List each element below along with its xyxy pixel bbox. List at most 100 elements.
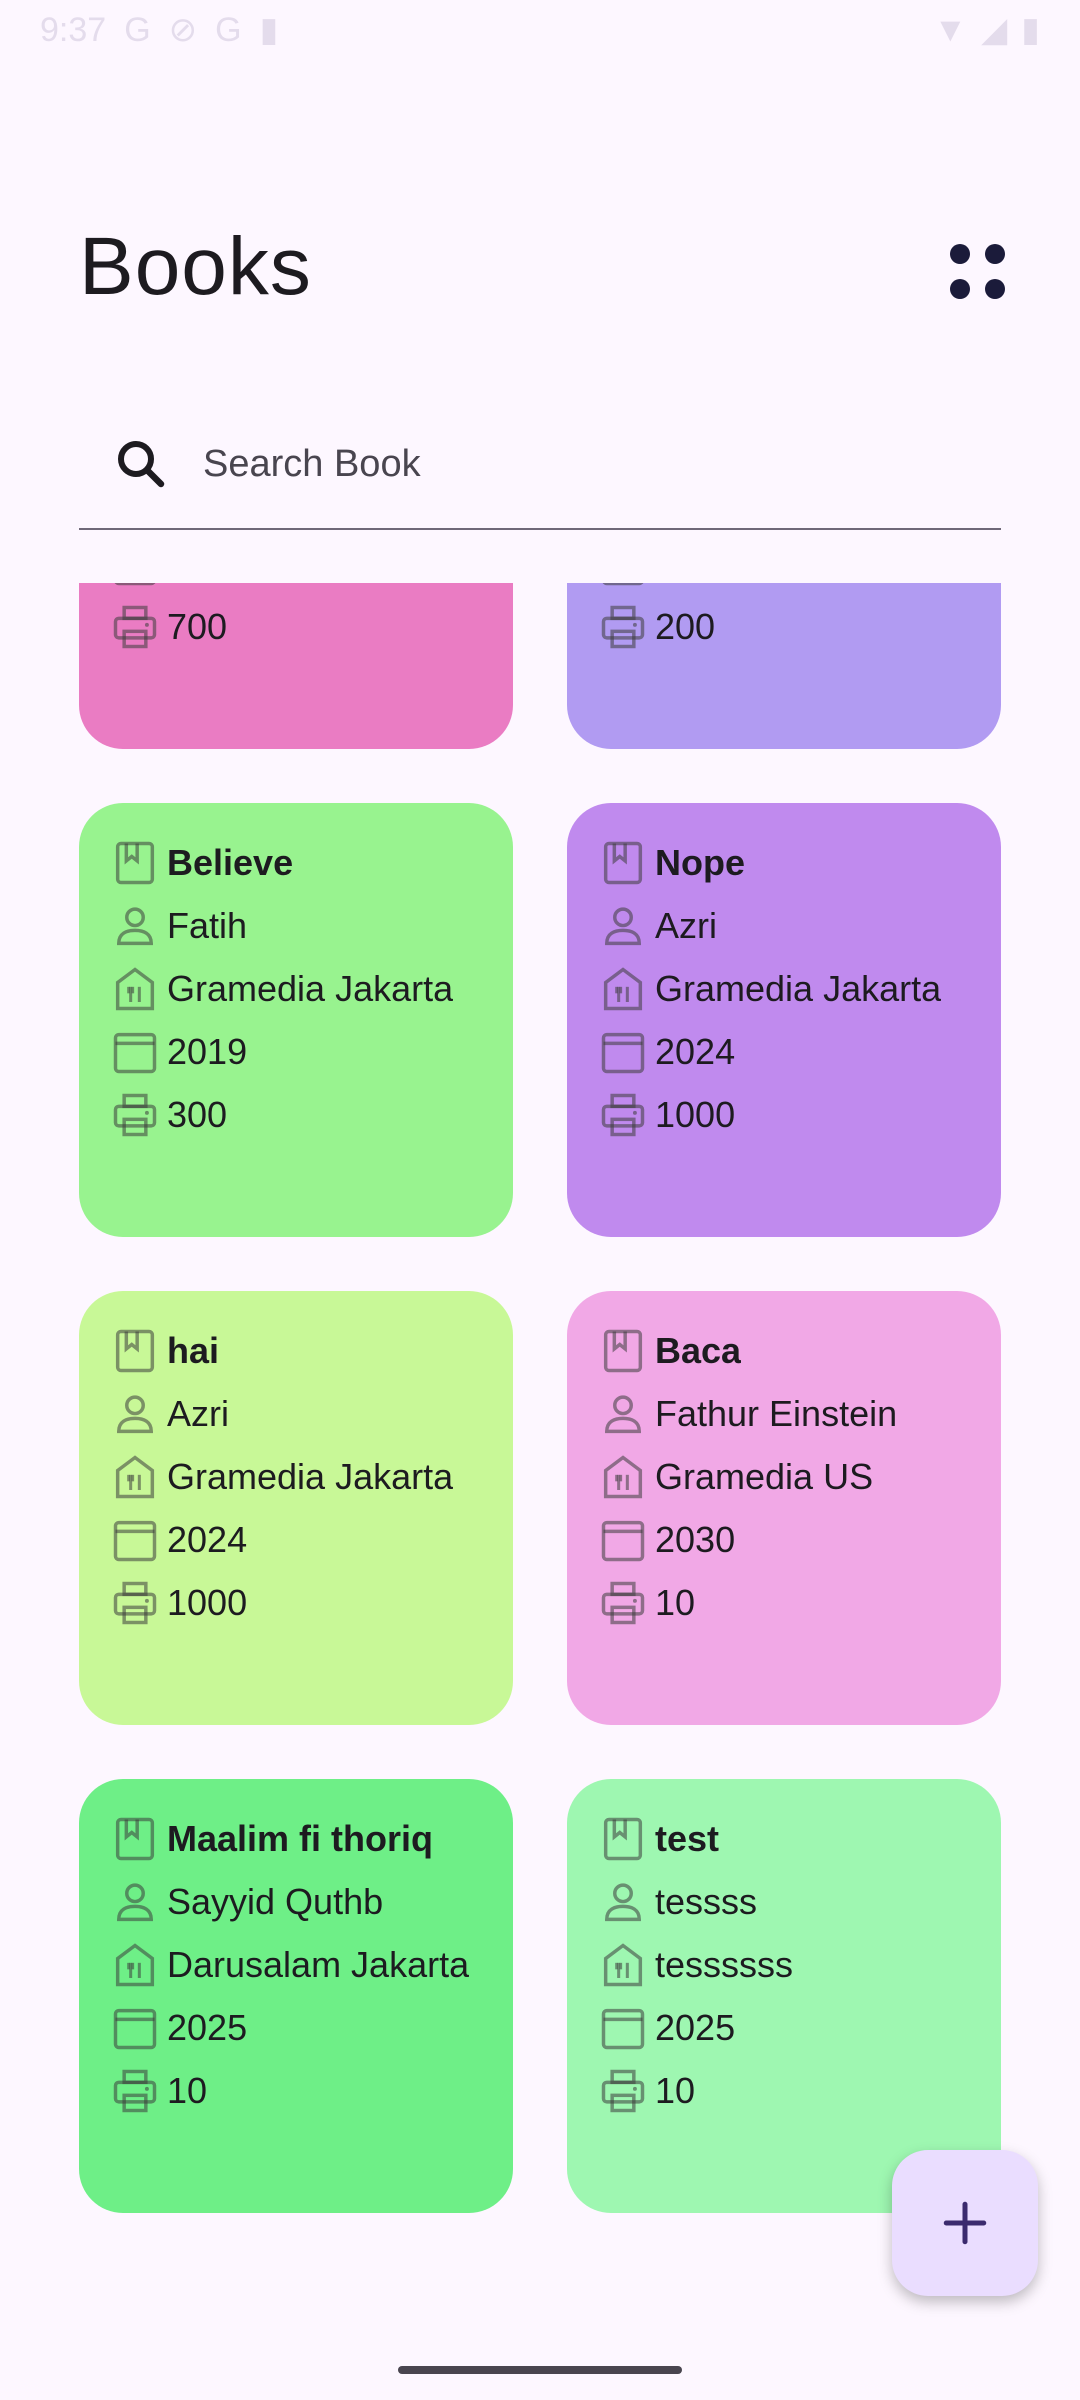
person-icon xyxy=(117,906,153,945)
google-icon: G xyxy=(215,10,242,49)
book-card[interactable]: hai Azri Gramedia Jakarta 2024 1000 xyxy=(79,1291,513,1725)
bookmark-book-icon xyxy=(603,841,643,884)
home-indicator[interactable] xyxy=(398,2366,682,2374)
book-field-row: 10 xyxy=(109,2059,493,2122)
wifi-icon: ▼ xyxy=(933,10,968,49)
calendar-icon xyxy=(113,2008,157,2049)
book-pages: 10 xyxy=(655,1581,696,1623)
book-pages: 10 xyxy=(167,2069,208,2111)
book-field-row: Gramedia Jakarta xyxy=(109,957,493,1020)
book-field-row: 2019 xyxy=(109,1020,493,1083)
book-field-row: Fathur Einstein xyxy=(597,1382,981,1445)
person-icon xyxy=(605,1882,641,1921)
book-pages: 700 xyxy=(167,605,228,647)
book-field-row: 2025 xyxy=(109,1996,493,2059)
status-bar: 9:37 G ⊘ G ▮ ▼ ◢ ▮ xyxy=(0,0,1080,60)
book-card[interactable]: Believe Fatih Gramedia Jakarta 2019 300 xyxy=(79,803,513,1237)
book-card[interactable]: Baca Fathur Einstein Gramedia US 2030 10 xyxy=(567,1291,1001,1725)
book-publisher: Gramedia Jakarta xyxy=(167,967,454,1009)
book-field-row: 10 xyxy=(597,2059,981,2122)
search-bar[interactable] xyxy=(79,400,1001,530)
book-card[interactable]: test tessss tessssss 2025 10 xyxy=(567,1779,1001,2213)
book-title: Baca xyxy=(655,1329,742,1371)
book-field-row: 2020 xyxy=(597,583,981,595)
google-icon: G xyxy=(124,10,151,49)
book-field-row: Azri xyxy=(109,1382,493,1445)
book-publisher: Gramedia Jakarta xyxy=(655,967,942,1009)
bookmark-book-icon xyxy=(115,841,155,884)
dnd-icon: ⊘ xyxy=(168,11,198,49)
book-author: Sayyid Quthb xyxy=(167,1880,384,1922)
book-year: 2019 xyxy=(167,1030,248,1072)
calendar-icon xyxy=(601,2008,645,2049)
signal-icon: ◢ xyxy=(981,11,1008,49)
book-field-row: Darusalam Jakarta xyxy=(109,1933,493,1996)
book-year: 2024 xyxy=(167,1518,248,1560)
book-pages: 10 xyxy=(655,2069,696,2111)
book-field-row: Baca xyxy=(597,1319,981,1382)
book-field-row: Maalim fi thoriq xyxy=(109,1807,493,1870)
calendar-icon xyxy=(603,583,643,585)
plus-icon xyxy=(943,2201,987,2245)
book-field-row: Gramedia Jakarta xyxy=(597,957,981,1020)
book-field-row: Fatih xyxy=(109,894,493,957)
book-field-row: Azri xyxy=(597,894,981,957)
grid-view-toggle-button[interactable] xyxy=(942,236,1014,308)
book-field-row: test xyxy=(597,1807,981,1870)
book-pages: 300 xyxy=(167,1093,228,1135)
book-author: Azri xyxy=(655,904,717,946)
book-pages: 1000 xyxy=(167,1581,248,1623)
book-field-row: Gramedia US xyxy=(597,1445,981,1508)
book-card[interactable]: 2020 200 xyxy=(567,583,1001,749)
calendar-icon xyxy=(113,1520,157,1561)
storefront-icon xyxy=(603,1942,643,1986)
book-field-row: 2025 xyxy=(597,1996,981,2059)
book-title: test xyxy=(655,1817,720,1859)
book-publisher: tessssss xyxy=(655,1943,794,1985)
book-field-row: Nope xyxy=(597,831,981,894)
storefront-icon xyxy=(603,966,643,1010)
book-card[interactable]: Nope Azri Gramedia Jakarta 2024 1000 xyxy=(567,803,1001,1237)
book-pages: 200 xyxy=(655,605,716,647)
book-author: Fathur Einstein xyxy=(655,1392,898,1434)
printer-icon xyxy=(113,1093,157,1136)
add-book-button[interactable] xyxy=(892,2150,1038,2296)
book-year: 2024 xyxy=(655,1030,736,1072)
book-pages: 1000 xyxy=(655,1093,736,1135)
printer-icon xyxy=(601,2069,645,2112)
bookmark-book-icon xyxy=(115,1817,155,1860)
book-publisher: Gramedia US xyxy=(655,1455,874,1497)
printer-icon xyxy=(113,2069,157,2112)
printer-icon xyxy=(601,1093,645,1136)
search-input[interactable] xyxy=(201,441,905,487)
book-field-row: 1000 xyxy=(109,1571,493,1634)
book-field-row: 1000 xyxy=(597,1083,981,1146)
book-year: 2025 xyxy=(655,2006,736,2048)
book-publisher: Darusalam Jakarta xyxy=(167,1943,470,1985)
book-field-row: tessss xyxy=(597,1870,981,1933)
storefront-icon xyxy=(115,966,155,1010)
sim-card-icon: ▮ xyxy=(259,11,279,49)
book-field-row: 2024 xyxy=(597,1020,981,1083)
book-card[interactable]: Maalim fi thoriq Sayyid Quthb Darusalam Ja… xyxy=(79,1779,513,2213)
calendar-icon xyxy=(113,1032,157,1073)
book-title: hai xyxy=(167,1329,220,1371)
book-year: 2025 xyxy=(167,2006,248,2048)
person-icon xyxy=(117,1394,153,1433)
bookmark-book-icon xyxy=(603,1329,643,1372)
person-icon xyxy=(605,906,641,945)
book-field-row: 2024 xyxy=(109,1508,493,1571)
bookmark-book-icon xyxy=(115,1329,155,1372)
calendar-icon xyxy=(115,583,155,585)
storefront-icon xyxy=(115,1942,155,1986)
person-icon xyxy=(117,1882,153,1921)
book-card[interactable]: 2024 700 xyxy=(79,583,513,749)
book-field-row: Gramedia Jakarta xyxy=(109,1445,493,1508)
storefront-icon xyxy=(115,1454,155,1498)
printer-icon xyxy=(113,605,157,648)
book-grid[interactable]: 2024 700 2020 200 Believe Fatih Gramedia Jakar… xyxy=(79,583,1001,2283)
book-year: 2020 xyxy=(655,583,735,585)
book-title: Nope xyxy=(655,841,745,883)
storefront-icon xyxy=(603,1454,643,1498)
book-field-row: 300 xyxy=(109,1083,493,1146)
